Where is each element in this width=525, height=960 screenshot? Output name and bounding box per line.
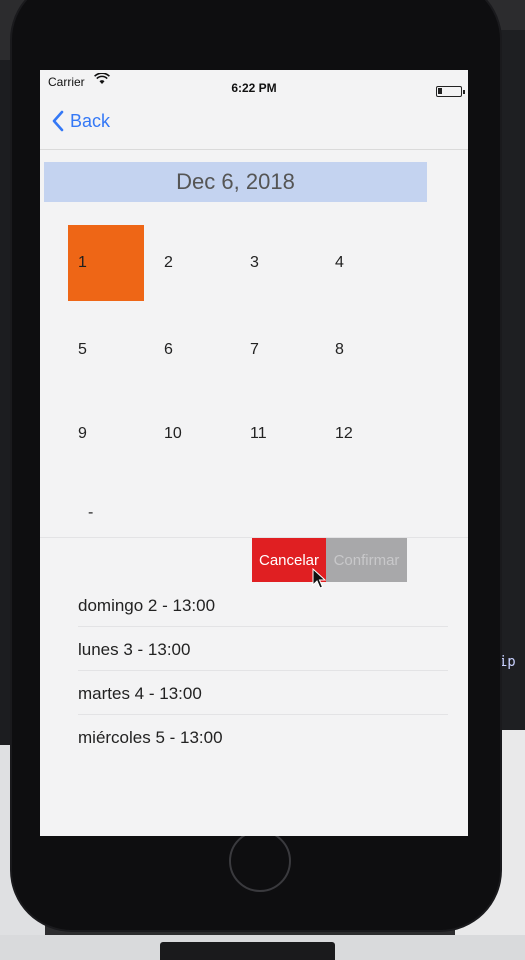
- grid-number: 12: [335, 425, 353, 442]
- grid-cell-10[interactable]: 10: [154, 396, 230, 472]
- grid-cell-1[interactable]: 1: [68, 225, 144, 301]
- chevron-left-icon: [52, 110, 64, 132]
- schedule-item[interactable]: lunes 3 - 13:00: [40, 628, 468, 672]
- grid-cell-6[interactable]: 6: [154, 312, 230, 388]
- schedule-item[interactable]: domingo 2 - 13:00: [40, 584, 468, 628]
- grid-number: 7: [250, 341, 259, 358]
- grid-number: 4: [335, 254, 344, 271]
- phone-screen: Carrier 6:22 PM Back Dec 6, 2018 1 2 3 4…: [40, 70, 468, 836]
- grid-number: 1: [78, 254, 87, 271]
- grid-number: 6: [164, 341, 173, 358]
- grid-number: 3: [250, 254, 259, 271]
- divider: [78, 714, 448, 715]
- grid-number: 2: [164, 254, 173, 271]
- back-label: Back: [70, 110, 111, 131]
- grid-cell-2[interactable]: 2: [154, 225, 230, 301]
- grid-trailing-dash: -: [88, 504, 94, 521]
- grid-number: 11: [250, 425, 267, 442]
- grid-number: 9: [78, 425, 87, 442]
- battery-icon: [436, 86, 465, 97]
- confirm-button[interactable]: Confirmar: [326, 538, 407, 582]
- back-button[interactable]: Back: [52, 106, 110, 136]
- schedule-item[interactable]: miércoles 5 - 13:00: [40, 716, 468, 760]
- grid-number: 10: [164, 425, 182, 442]
- grid-cell-5[interactable]: 5: [68, 312, 144, 388]
- grid-cell-12[interactable]: 12: [325, 396, 401, 472]
- schedule-item[interactable]: martes 4 - 13:00: [40, 672, 468, 716]
- date-header: Dec 6, 2018: [44, 162, 427, 202]
- grid-cell-9[interactable]: 9: [68, 396, 144, 472]
- grid-cell-4[interactable]: 4: [325, 225, 401, 301]
- grid-cell-7[interactable]: 7: [240, 312, 316, 388]
- navigation-bar: Back: [40, 100, 468, 150]
- grid-number: 5: [78, 341, 87, 358]
- clock: 6:22 PM: [231, 81, 277, 95]
- background-device-label: [160, 942, 335, 960]
- home-button[interactable]: [229, 830, 291, 892]
- grid-number: 8: [335, 341, 344, 358]
- grid-cell-8[interactable]: 8: [325, 312, 401, 388]
- status-bar: Carrier 6:22 PM: [40, 70, 468, 97]
- divider: [78, 626, 448, 627]
- grid-cell-11[interactable]: 11: [240, 396, 316, 472]
- grid-cell-3[interactable]: 3: [240, 225, 316, 301]
- divider: [78, 670, 448, 671]
